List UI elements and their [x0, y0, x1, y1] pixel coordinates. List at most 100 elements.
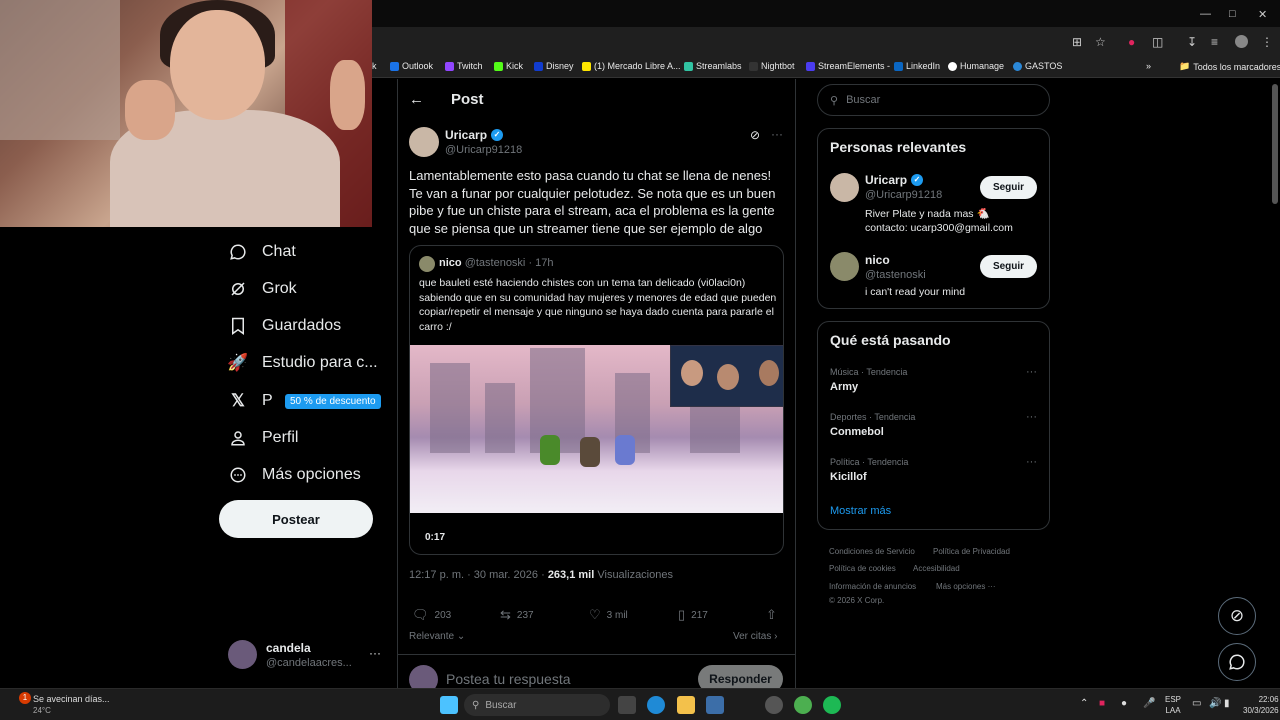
like-action[interactable]: ♡ 3 mil: [589, 607, 628, 623]
trend-more-icon[interactable]: ···: [1026, 411, 1037, 423]
sort-dropdown[interactable]: Relevante ⌄: [409, 631, 465, 642]
bookmark-item[interactable]: Nightbot: [749, 61, 795, 71]
file-explorer-icon[interactable]: [677, 696, 695, 714]
bookmark-item[interactable]: Streamlabs: [684, 61, 742, 71]
person-name[interactable]: Uricarp ✓: [865, 173, 924, 187]
avatar[interactable]: [830, 173, 859, 202]
trend-more-icon[interactable]: ···: [1026, 366, 1037, 378]
star-icon[interactable]: ☆: [1095, 35, 1106, 49]
display-icon[interactable]: ▭: [1192, 698, 1201, 709]
sidebar-item-bookmarks[interactable]: Guardados: [228, 316, 341, 336]
scrollbar-thumb[interactable]: [1272, 84, 1278, 204]
bookmark-label: Kick: [506, 61, 524, 71]
language-indicator[interactable]: ESP LAA: [1165, 694, 1181, 716]
calculator-icon[interactable]: [706, 696, 724, 714]
sidebar-item-chat[interactable]: Chat: [228, 242, 296, 262]
extensions-icon[interactable]: ◫: [1152, 35, 1163, 49]
tweet-handle[interactable]: @Uricarp91218: [445, 144, 522, 156]
trend-more-icon[interactable]: ···: [1026, 456, 1037, 468]
footer-link[interactable]: Accesibilidad: [913, 564, 960, 573]
close-icon[interactable]: ✕: [1258, 8, 1267, 21]
spotify-icon[interactable]: [823, 696, 841, 714]
bookmarks-overflow-icon[interactable]: »: [1146, 61, 1151, 71]
all-bookmarks[interactable]: 📁 Todos los marcadores: [1179, 61, 1280, 72]
battery-icon[interactable]: ▮: [1224, 698, 1230, 709]
show-more-link[interactable]: Mostrar más: [830, 505, 891, 517]
reply-action[interactable]: 🗨 203: [412, 607, 451, 623]
bookmark-item[interactable]: Disney: [534, 61, 574, 71]
footer-link[interactable]: Información de anuncios: [829, 582, 916, 591]
webcam-overlay: [0, 0, 372, 227]
clock[interactable]: 22:06 30/3/2026: [1243, 694, 1279, 716]
bookmark-item[interactable]: StreamElements -: [806, 61, 890, 71]
sidebar-item-premium[interactable]: 𝕏 P: [228, 391, 273, 411]
windows-start-icon[interactable]: [440, 696, 458, 714]
extension-record-icon[interactable]: ●: [1128, 35, 1135, 49]
bookmark-item[interactable]: GASTOS: [1013, 61, 1062, 71]
sidebar-item-grok[interactable]: Grok: [228, 279, 297, 299]
search-input[interactable]: ⚲ Buscar: [817, 84, 1050, 116]
post-button[interactable]: Postear: [219, 500, 373, 538]
person-handle: @Uricarp91218: [865, 189, 943, 201]
tweet-more-icon[interactable]: ···: [771, 127, 783, 141]
grok-explain-icon[interactable]: ⊘: [750, 128, 760, 142]
reply-input[interactable]: Postea tu respuesta: [446, 671, 571, 687]
tray-app-icon[interactable]: ●: [1121, 698, 1127, 709]
weather-title[interactable]: Se avecinan días...: [33, 694, 110, 704]
trend-item[interactable]: Deportes · Tendencia Conmebol: [830, 412, 915, 438]
menu-icon[interactable]: ⋮: [1261, 35, 1273, 49]
video-duration: 0:17: [425, 532, 446, 543]
app-icon[interactable]: [765, 696, 783, 714]
download-icon[interactable]: ↧: [1187, 35, 1197, 49]
sidebar-item-studio[interactable]: 🚀 Estudio para c...: [227, 353, 377, 373]
back-arrow-icon[interactable]: ←: [409, 91, 424, 108]
account-switcher[interactable]: candela @candelaacres... ···: [219, 634, 384, 674]
maximize-icon[interactable]: □: [1229, 8, 1236, 20]
tweet-author[interactable]: Uricarp ✓: [445, 128, 504, 142]
retweet-action[interactable]: ⇆ 237: [500, 607, 534, 623]
bookmark-item[interactable]: k: [372, 61, 377, 71]
bookmark-item[interactable]: Humanage: [948, 61, 1004, 71]
volume-icon[interactable]: 🔊: [1209, 698, 1221, 709]
quote-header: nico @tastenoski · 17h: [439, 257, 554, 269]
avatar[interactable]: [409, 127, 439, 157]
edge-icon[interactable]: [647, 696, 665, 714]
sidebar-item-more[interactable]: Más opciones: [228, 465, 361, 485]
sidebar-item-profile[interactable]: Perfil: [228, 428, 298, 448]
person-name[interactable]: nico: [865, 253, 890, 267]
messages-fab-icon[interactable]: [1218, 643, 1256, 681]
view-quotes-link[interactable]: Ver citas ›: [733, 631, 777, 642]
microphone-icon[interactable]: 🎤: [1143, 698, 1155, 709]
share-icon[interactable]: ⇧: [766, 607, 777, 623]
follow-button[interactable]: Seguir: [980, 176, 1037, 199]
bookmark-item[interactable]: Twitch: [445, 61, 483, 71]
grok-fab-icon[interactable]: ⊘: [1218, 597, 1256, 635]
tweet-timestamp[interactable]: 12:17 p. m. · 30 mar. 2026 ·: [409, 569, 545, 581]
taskbar-search[interactable]: ⚲ Buscar: [464, 694, 610, 716]
footer-link[interactable]: Política de cookies: [829, 564, 896, 573]
minimize-icon[interactable]: —: [1200, 8, 1211, 20]
tray-app-icon[interactable]: ■: [1099, 698, 1105, 709]
bookmark-item[interactable]: Outlook: [390, 61, 433, 71]
tray-overflow-icon[interactable]: ⌃: [1080, 698, 1088, 709]
footer-link[interactable]: Condiciones de Servicio: [829, 547, 915, 556]
footer-link[interactable]: Política de Privacidad: [933, 547, 1010, 556]
follow-button[interactable]: Seguir: [980, 255, 1037, 278]
avatar[interactable]: [830, 252, 859, 281]
install-icon[interactable]: ⊞: [1072, 35, 1082, 49]
bookmark-item[interactable]: LinkedIn: [894, 61, 940, 71]
media-icon[interactable]: ≡: [1211, 35, 1218, 49]
bookmark-item[interactable]: Kick: [494, 61, 523, 71]
trend-item[interactable]: Política · Tendencia Kicillof: [830, 457, 908, 483]
bookmark-item[interactable]: (1) Mercado Libre A...: [582, 61, 681, 71]
quoted-tweet[interactable]: nico @tastenoski · 17h que bauleti esté …: [409, 245, 784, 555]
chrome-icon[interactable]: [794, 696, 812, 714]
account-more-icon[interactable]: ···: [369, 646, 381, 660]
profile-avatar[interactable]: [1235, 35, 1248, 48]
bookmark-action[interactable]: ▯ 217: [678, 607, 708, 623]
task-view-icon[interactable]: [618, 696, 636, 714]
trend-item[interactable]: Música · Tendencia Army: [830, 367, 907, 393]
footer-link[interactable]: Más opciones ···: [936, 582, 996, 591]
video-player[interactable]: [410, 345, 783, 513]
discount-badge[interactable]: 50 % de descuento: [285, 394, 381, 409]
